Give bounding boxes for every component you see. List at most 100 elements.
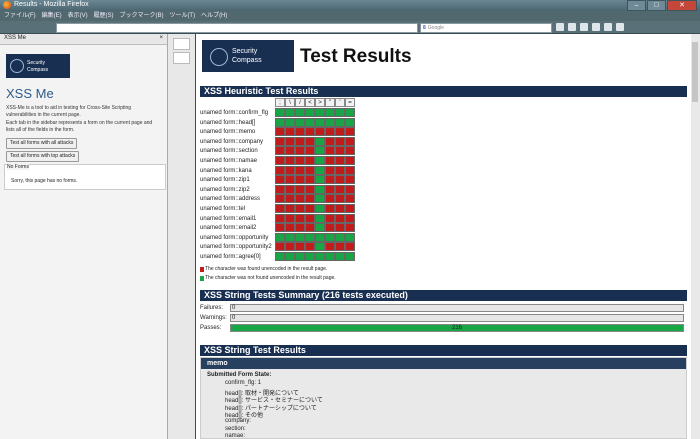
compass-icon: [210, 48, 228, 66]
cell-unencoded: [305, 136, 315, 146]
warnings-bar: 0: [230, 314, 684, 322]
form-state-line: namae:: [225, 433, 246, 439]
cell-unencoded: [285, 213, 295, 223]
cell-unencoded: [305, 175, 315, 185]
cell-encoded: [315, 175, 325, 185]
cell-unencoded: [325, 242, 335, 252]
sidebar-close-icon[interactable]: ×: [159, 35, 163, 41]
cell-encoded: [315, 146, 325, 156]
splitter-grip-2[interactable]: [173, 52, 190, 64]
menu-file[interactable]: ファイル(F): [4, 11, 36, 21]
failures-bar: 0: [230, 304, 684, 312]
menu-tools[interactable]: ツール(T): [169, 11, 195, 21]
char-header: =: [345, 98, 355, 107]
google-icon: 8: [423, 25, 426, 31]
char-header: ;: [275, 98, 285, 107]
heuristic-section-header: XSS Heuristic Test Results: [200, 86, 687, 97]
test-top-attacks-button[interactable]: Test all forms with top attacks: [6, 151, 80, 162]
cell-encoded: [345, 108, 355, 117]
string-results-panel: memo Submitted Form State: confirm_flg: …: [200, 357, 687, 439]
forms-label: No Forms: [7, 164, 29, 170]
field-label: unamed form::zip2: [200, 186, 250, 193]
field-label: unamed form::head[]: [200, 119, 256, 126]
sidebar-splitter[interactable]: [168, 34, 195, 439]
cell-encoded: [325, 108, 335, 117]
cell-unencoded: [305, 127, 315, 137]
maximize-button[interactable]: □: [647, 0, 666, 11]
menu-icon[interactable]: [616, 23, 624, 31]
cell-unencoded: [295, 223, 305, 233]
form-state-line: section:: [225, 425, 246, 432]
heuristic-column-headers: ; \ / < > " ' =: [275, 98, 355, 107]
cell-encoded: [325, 252, 335, 261]
char-header: ': [335, 98, 345, 107]
cell-unencoded: [295, 127, 305, 137]
splitter-grip[interactable]: [173, 38, 190, 50]
cell-encoded: [315, 213, 325, 223]
home-icon[interactable]: [592, 23, 600, 31]
minimize-button[interactable]: –: [627, 0, 646, 11]
cell-unencoded: [295, 175, 305, 185]
cell-unencoded: [325, 204, 335, 213]
cell-unencoded: [285, 156, 295, 165]
menu-bookmarks[interactable]: ブックマーク(B): [119, 11, 163, 21]
menu-help[interactable]: ヘルプ(H): [201, 11, 227, 21]
cell-unencoded: [335, 223, 345, 233]
url-bar[interactable]: [56, 23, 418, 33]
char-header: ": [325, 98, 335, 107]
cell-unencoded: [345, 184, 355, 194]
field-label: unamed form::opportunity: [200, 234, 269, 241]
heuristic-row: unamed form::opportunity: [200, 232, 355, 243]
cell-unencoded: [345, 136, 355, 146]
sidebar-description-2: Each tab in the sidebar represents a for…: [6, 120, 153, 133]
bookmarks-icon[interactable]: [568, 23, 576, 31]
cell-unencoded: [275, 184, 285, 194]
cell-unencoded: [345, 146, 355, 156]
cell-unencoded: [325, 165, 335, 175]
cell-encoded: [315, 108, 325, 117]
search-input[interactable]: 8 Google: [420, 23, 552, 33]
download-icon[interactable]: [580, 23, 588, 31]
cell-encoded: [295, 252, 305, 261]
cell-encoded: [315, 223, 325, 233]
cell-unencoded: [285, 165, 295, 175]
bookmark-star-icon[interactable]: [556, 23, 564, 31]
cell-encoded: [305, 108, 315, 117]
cell-unencoded: [305, 194, 315, 204]
firefox-logo-icon: [3, 1, 11, 9]
field-label: unamed form::company: [200, 138, 264, 145]
cell-unencoded: [285, 136, 295, 146]
char-header: >: [315, 98, 325, 107]
addon-icon[interactable]: [604, 23, 612, 31]
cell-unencoded: [335, 184, 345, 194]
cell-unencoded: [335, 156, 345, 165]
cell-unencoded: [275, 223, 285, 233]
cell-unencoded: [345, 165, 355, 175]
cell-encoded: [335, 232, 345, 242]
cell-unencoded: [325, 194, 335, 204]
window-title: Results - Mozilla Firefox: [14, 1, 89, 8]
menu-view[interactable]: 表示(V): [68, 11, 88, 21]
compass-icon: [10, 59, 24, 73]
close-window-button[interactable]: ✕: [667, 0, 697, 11]
menu-edit[interactable]: 編集(E): [42, 11, 62, 21]
test-all-attacks-button[interactable]: Test all forms with all attacks: [6, 138, 78, 149]
page-scrollbar[interactable]: [691, 34, 700, 439]
cell-unencoded: [275, 242, 285, 252]
cell-unencoded: [285, 223, 295, 233]
cell-encoded: [305, 117, 315, 127]
cell-unencoded: [305, 165, 315, 175]
cell-unencoded: [335, 242, 345, 252]
cell-unencoded: [335, 165, 345, 175]
toolbar-icons: [556, 23, 628, 31]
menu-history[interactable]: 履歴(S): [94, 11, 114, 21]
cell-unencoded: [345, 175, 355, 185]
scrollbar-thumb[interactable]: [692, 42, 698, 102]
cell-encoded: [345, 117, 355, 127]
field-label: unamed form::agree[0]: [200, 254, 261, 260]
cell-unencoded: [325, 136, 335, 146]
cell-unencoded: [345, 213, 355, 223]
heuristic-row: unamed form::email2: [200, 223, 355, 233]
cell-encoded: [315, 204, 325, 213]
cell-unencoded: [345, 156, 355, 165]
